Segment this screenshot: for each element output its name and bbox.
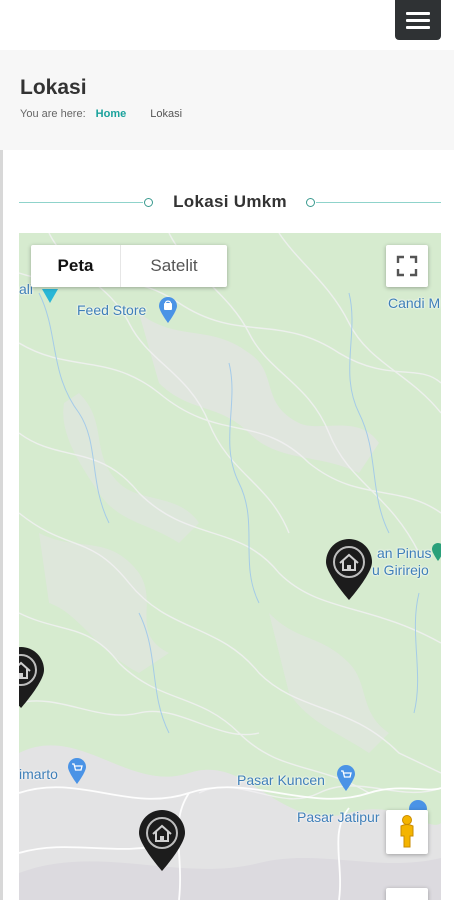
map-label-pasar-kuncen[interactable]: Pasar Kuncen (237, 772, 325, 788)
shopping-bag-icon[interactable] (157, 296, 179, 324)
map-type-satelit-button[interactable]: Satelit (121, 245, 227, 287)
hamburger-menu-button[interactable] (395, 0, 441, 40)
umkm-marker-3[interactable] (137, 809, 187, 873)
heading-divider-right (316, 202, 441, 203)
fullscreen-button[interactable] (386, 245, 428, 287)
park-poi-icon[interactable] (431, 542, 441, 562)
umkm-marker-1[interactable] (324, 538, 374, 602)
map-label-pasar-jatipuro[interactable]: Pasar Jatipur (297, 809, 379, 825)
breadcrumb-prefix: You are here: (20, 108, 86, 120)
map-label-candi[interactable]: Candi M (388, 295, 440, 311)
shopping-cart-poi-icon[interactable] (335, 764, 357, 792)
breadcrumb: You are here: Home Lokasi (20, 108, 182, 120)
page-title: Lokasi (20, 76, 87, 99)
map-label-hutan-pinus-line2[interactable]: u Girirejo (372, 562, 429, 578)
heading-dot-right (306, 198, 315, 207)
shopping-cart-poi-icon[interactable] (66, 757, 88, 785)
map-label-hutan-pinus-line1[interactable]: an Pinus (377, 545, 431, 561)
location-map[interactable]: ali Feed Store Candi M an Pinus u Girire… (19, 233, 441, 900)
fullscreen-icon (396, 255, 418, 277)
map-type-control: Peta Satelit (31, 245, 227, 287)
street-view-pegman-button[interactable] (386, 810, 428, 854)
section-heading: Lokasi Umkm (19, 190, 441, 214)
hamburger-menu-icon (406, 11, 430, 15)
umkm-marker-2[interactable] (19, 646, 46, 710)
map-type-peta-button[interactable]: Peta (31, 245, 121, 287)
top-navigation-bar (0, 0, 454, 50)
map-label-feed-store[interactable]: Feed Store (77, 302, 146, 318)
map-label-imarto[interactable]: imarto (19, 766, 58, 782)
poi-teardrop-icon (42, 289, 58, 303)
breadcrumb-current: Lokasi (150, 108, 183, 120)
pegman-icon (400, 815, 414, 848)
page-header: Lokasi You are here: Home Lokasi (0, 50, 454, 150)
zoom-in-button[interactable] (386, 888, 428, 900)
breadcrumb-home-link[interactable]: Home (96, 108, 127, 120)
